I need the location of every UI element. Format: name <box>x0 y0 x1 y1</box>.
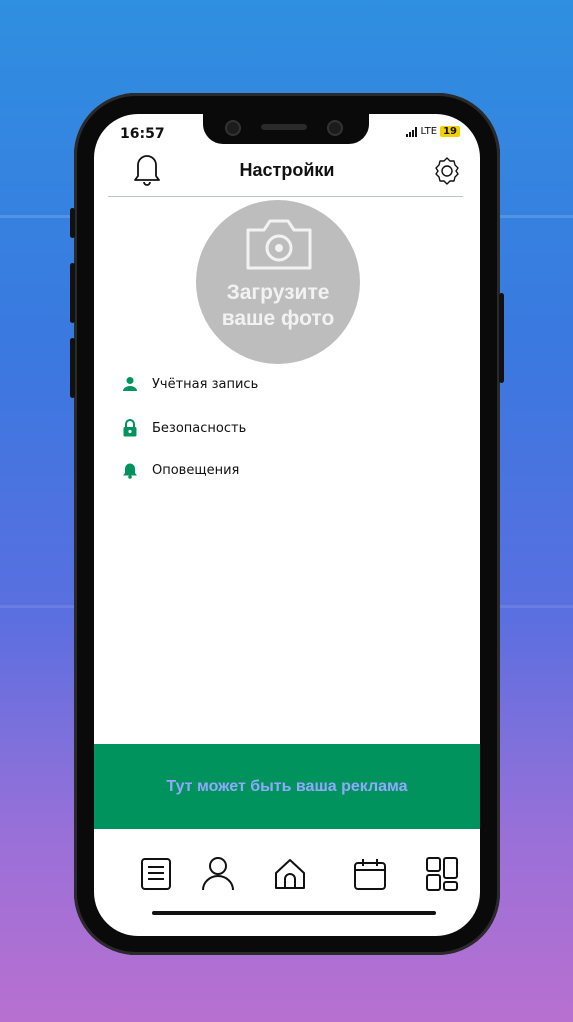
menu-item-notifications[interactable]: Оповещения <box>122 461 239 479</box>
speaker <box>261 124 307 130</box>
mute-switch <box>70 208 75 238</box>
nav-profile-icon[interactable] <box>198 852 238 896</box>
ad-text: Тут может быть ваша реклама <box>166 777 408 795</box>
sensor <box>327 120 343 136</box>
nav-calendar-icon[interactable] <box>350 852 390 896</box>
menu-item-security[interactable]: Безопасность <box>122 419 246 437</box>
front-camera <box>225 120 241 136</box>
menu-item-label: Безопасность <box>152 420 247 436</box>
upload-photo-button[interactable]: Загрузите ваше фото <box>196 200 360 364</box>
header: Настройки <box>94 152 480 196</box>
status-time: 16:57 <box>120 126 165 142</box>
network-label: LTE <box>420 126 438 137</box>
volume-up-button <box>70 263 75 323</box>
menu-item-label: Учётная запись <box>152 376 259 392</box>
lock-icon <box>123 419 137 437</box>
status-indicators: LTE 19 <box>406 126 460 137</box>
home-indicator[interactable] <box>152 911 436 915</box>
nav-list-icon[interactable] <box>136 852 176 896</box>
upload-photo-label: Загрузите ваше фото <box>221 281 335 330</box>
bell-icon <box>123 463 137 479</box>
menu-item-label: Оповещения <box>152 462 240 478</box>
ad-banner[interactable]: Тут может быть ваша реклама <box>94 744 480 829</box>
phone-screen: 16:57 LTE 19 Настройки Загрузите ваше фо… <box>94 114 480 936</box>
nav-home-icon[interactable] <box>270 852 310 896</box>
camera-icon <box>244 216 314 276</box>
signal-icon <box>406 126 418 137</box>
page-title: Настройки <box>239 160 335 180</box>
battery-level: 19 <box>440 126 460 137</box>
notch <box>203 114 369 144</box>
user-icon <box>123 377 137 391</box>
settings-gear-icon[interactable] <box>432 156 462 190</box>
volume-down-button <box>70 338 75 398</box>
header-divider <box>108 196 463 197</box>
bottom-nav <box>94 852 480 902</box>
power-button <box>499 293 504 383</box>
menu-item-account[interactable]: Учётная запись <box>122 376 258 392</box>
nav-grid-icon[interactable] <box>422 852 462 896</box>
